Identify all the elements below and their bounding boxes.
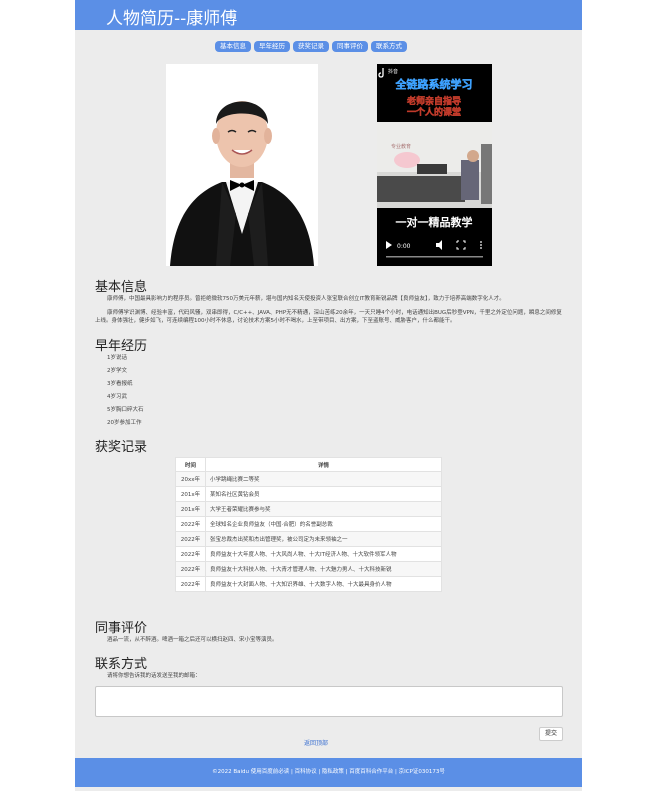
portrait-photo xyxy=(166,64,318,266)
list-item: 5岁胸口碎大石 xyxy=(107,407,144,413)
table-row: 2022年 良师益友十大封面人物、十大知识界雄、十大数字人物、十大最具身价人物 xyxy=(175,576,442,592)
footer-text: ©2022 Baidu 使用百度前必读 | 百科协议 | 隐私政策 | 百度百科… xyxy=(212,769,445,775)
tab-awards[interactable]: 获奖记录 xyxy=(293,41,329,52)
top-bar: 人物简历--康师傅 xyxy=(75,0,582,30)
tab-basic-info[interactable]: 基本信息 xyxy=(215,41,251,52)
award-detail: 某知名社区黄钻会员 xyxy=(205,486,442,502)
video-banner-line1: 老师亲自指导 xyxy=(406,95,461,107)
column-header-time: 时间 xyxy=(175,457,206,472)
section-heading-colleagues: 同事评价 xyxy=(95,621,148,636)
table-row: 2022年 张宝总裁杰出奖和杰出管理奖，被公司定为未来领袖之一 xyxy=(175,531,442,547)
award-time: 201x年 xyxy=(175,501,206,517)
award-time: 2022年 xyxy=(175,531,206,547)
awards-table: 时间 详情 20xx年 小学跳绳比赛二等奖 201x年 某知名社区黄钻会员 201x… xyxy=(175,457,442,592)
list-item: 3岁看报纸 xyxy=(107,381,133,387)
tab-early-life[interactable]: 早年经历 xyxy=(254,41,290,52)
section-heading-awards: 获奖记录 xyxy=(95,440,148,455)
video-banner-line2: 一个人的课堂 xyxy=(407,106,461,118)
list-item: 1岁说话 xyxy=(107,355,127,361)
contact-prompt: 请将你想告诉我的话发送至我的邮箱： xyxy=(107,673,201,679)
award-time: 2022年 xyxy=(175,546,206,562)
award-detail: 良师益友十大科技人物、十大青才管理人物、十大魅力男人、十大科技新锐 xyxy=(205,561,442,577)
tab-contact[interactable]: 联系方式 xyxy=(371,41,407,52)
video-headline: 全链路系统学习 xyxy=(395,77,473,91)
footer: ©2022 Baidu 使用百度前必读 | 百科协议 | 隐私政策 | 百度百科… xyxy=(75,758,582,787)
early-life-list: 1岁说话 2岁学文 3岁看报纸 4岁习武 5岁胸口碎大石 20岁参加工作 xyxy=(107,352,144,430)
submit-button[interactable]: 提交 xyxy=(539,727,563,741)
award-detail: 全球知名企业良师益友（中国·合肥）的名誉副总裁 xyxy=(205,516,442,532)
award-time: 20xx年 xyxy=(175,471,206,487)
table-row: 201x年 大学王者荣耀比赛参与奖 xyxy=(175,501,442,517)
table-header-row: 时间 详情 xyxy=(175,457,442,472)
page-title: 人物简历--康师傅 xyxy=(106,9,238,29)
video-brand: 抖音 xyxy=(388,68,398,75)
section-heading-contact: 联系方式 xyxy=(95,657,148,672)
award-time: 2022年 xyxy=(175,576,206,592)
video-caption: 一对一精品教学 xyxy=(396,215,473,229)
award-time: 2022年 xyxy=(175,561,206,577)
award-detail: 小学跳绳比赛二等奖 xyxy=(205,471,442,487)
video-time: 0:00 xyxy=(397,243,411,250)
intro-video[interactable]: 抖音 全链路系统学习 老师亲自指导 一个人的课堂 专业教育 一对一精品教学 0:… xyxy=(377,64,492,266)
more-icon xyxy=(480,241,482,249)
colleagues-text: 酒品一流，从不醉酒。啤酒一箱之后还可以横扫赵四、宋小宝等演员。 xyxy=(107,637,278,643)
section-heading-basic-info: 基本信息 xyxy=(95,280,148,295)
award-detail: 张宝总裁杰出奖和杰出管理奖，被公司定为未来领袖之一 xyxy=(205,531,442,547)
award-detail: 大学王者荣耀比赛参与奖 xyxy=(205,501,442,517)
back-to-top-link[interactable]: 返回顶部 xyxy=(304,738,328,747)
table-row: 2022年 全球知名企业良师益友（中国·合肥）的名誉副总裁 xyxy=(175,516,442,532)
award-detail: 良师益友十大年度人物、十大风尚人物、十大IT经济人物、十大软件领军人物 xyxy=(205,546,442,562)
award-time: 2022年 xyxy=(175,516,206,532)
resume-page: 人物简历--康师傅 基本信息 早年经历 获奖记录 同事评价 联系方式 抖音 全链… xyxy=(75,0,582,791)
table-row: 201x年 某知名社区黄钻会员 xyxy=(175,486,442,502)
table-row: 2022年 良师益友十大科技人物、十大青才管理人物、十大魅力男人、十大科技新锐 xyxy=(175,561,442,577)
table-row: 2022年 良师益友十大年度人物、十大风尚人物、十大IT经济人物、十大软件领军人物 xyxy=(175,546,442,562)
award-detail: 良师益友十大封面人物、十大知识界雄、十大数字人物、十大最具身价人物 xyxy=(205,576,442,592)
list-item: 4岁习武 xyxy=(107,394,127,400)
column-header-detail: 详情 xyxy=(205,457,442,472)
message-textarea[interactable] xyxy=(95,686,563,717)
table-row: 20xx年 小学跳绳比赛二等奖 xyxy=(175,471,442,487)
award-time: 201x年 xyxy=(175,486,206,502)
tab-colleagues[interactable]: 同事评价 xyxy=(332,41,368,52)
video-wall-text: 专业教育 xyxy=(391,143,411,150)
list-item: 2岁学文 xyxy=(107,368,127,374)
section-nav: 基本信息 早年经历 获奖记录 同事评价 联系方式 xyxy=(215,41,407,52)
basic-info-paragraph-1: 康师傅，中国最具影响力的程序员。曾拒绝微软750万美元年薪，堪与国内知名天使投资… xyxy=(107,296,505,302)
list-item: 20岁参加工作 xyxy=(107,420,142,426)
basic-info-paragraph-2: 康师傅学识渊博、经验丰富，代码风骚，双串即得，C/C++、JAVA、PHP无不精… xyxy=(95,310,562,324)
